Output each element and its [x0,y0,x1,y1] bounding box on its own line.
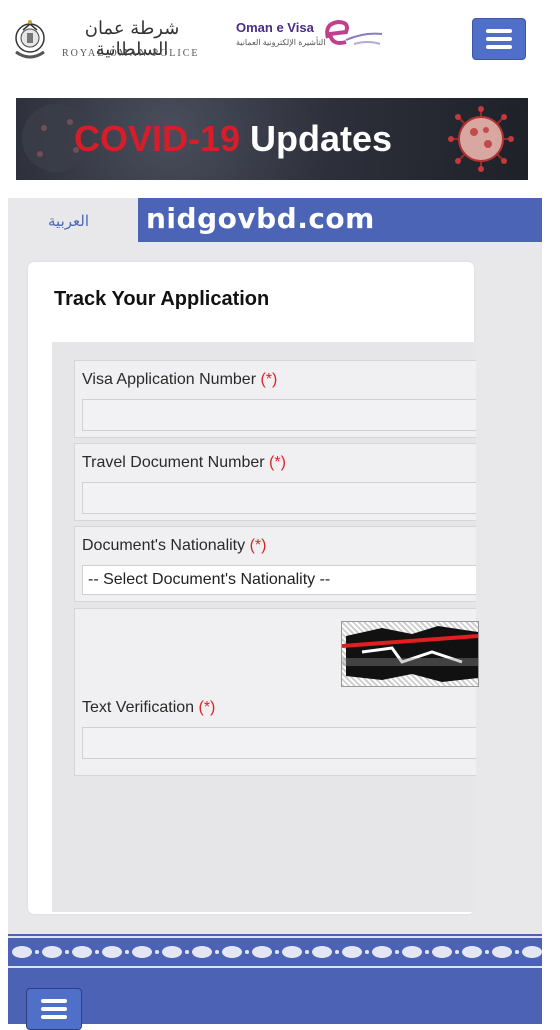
site-header: شرطة عمان السلطانية ROYAL OMAN POLICE Om… [0,0,560,90]
menu-icon [486,29,512,49]
royal-oman-police-logo[interactable]: شرطة عمان السلطانية ROYAL OMAN POLICE [8,16,198,68]
travel-document-number-label-text: Travel Document Number [82,454,270,471]
covid-banner-title: COVID-19 Updates [74,118,392,160]
required-mark: (*) [198,699,216,716]
text-verification-label: Text Verification (*) [82,699,215,717]
oman-evisa-logo[interactable]: Oman e Visa التأشيرة الإلكترونية العماني… [236,18,386,58]
ornament-dot [425,950,429,954]
captcha-image [341,621,479,687]
required-mark: (*) [269,454,286,471]
ornament-motif [222,946,242,958]
ornament-motif [42,946,62,958]
travel-document-number-group: Travel Document Number (*) [74,443,476,521]
ornament-pattern [8,936,542,968]
ornament-dot [305,950,309,954]
ornament-motif [72,946,92,958]
ornament-motif [282,946,302,958]
required-mark: (*) [260,371,278,388]
menu-button-top[interactable] [472,18,526,60]
ornament-motif [102,946,122,958]
visa-application-number-label-text: Visa Application Number [82,371,261,388]
ornament-motif [462,946,482,958]
footer [8,970,542,1024]
page-title: Track Your Application [54,288,270,310]
evisa-title: Oman e Visa [236,20,314,35]
visa-application-number-input[interactable] [82,399,476,431]
ornament-dot [335,950,339,954]
ornament-motif [522,946,542,958]
ornament-motif [162,946,182,958]
ornament-motif [12,946,32,958]
ornament-motif [342,946,362,958]
ornament-motif [192,946,212,958]
covid-updates-banner[interactable]: COVID-19 Updates [16,98,528,180]
covid-banner-white-text: Updates [240,118,393,159]
footer-pattern-strip [8,934,542,970]
ornament-dot [95,950,99,954]
travel-document-number-input[interactable] [82,482,476,514]
ornament-dot [35,950,39,954]
visa-application-number-label: Visa Application Number (*) [82,371,277,389]
captcha-graphic [342,626,478,682]
document-nationality-label-text: Document's Nationality [82,537,250,554]
arabic-language-link[interactable]: العربية [48,212,89,230]
document-nationality-select[interactable]: -- Select Document's Nationality -- [82,565,476,595]
menu-icon [41,999,67,1019]
ornament-dot [125,950,129,954]
ornament-dot [65,950,69,954]
ornament-motif [252,946,272,958]
watermark-text: nidgovbd.com [146,202,375,235]
ornament-motif [312,946,332,958]
required-mark: (*) [249,537,267,554]
ornament-dot [395,950,399,954]
watermark-banner: nidgovbd.com [138,198,542,242]
ornament-dot [365,950,369,954]
text-verification-group: Text Verification (*) [74,608,479,776]
travel-document-number-label: Travel Document Number (*) [82,454,286,472]
rop-emblem-icon [15,20,45,59]
ornament-motif [402,946,422,958]
ornament-motif [372,946,392,958]
ornament-dot [485,950,489,954]
ornament-dot [155,950,159,954]
text-verification-input[interactable] [82,727,476,759]
ornament-motif [492,946,512,958]
ornament-dot [185,950,189,954]
visa-application-number-group: Visa Application Number (*) [74,360,476,438]
ornament-motif [432,946,452,958]
document-nationality-label: Document's Nationality (*) [82,537,266,555]
ornament-motif [132,946,152,958]
evisa-logo-icon [325,19,383,45]
rop-english-name: ROYAL OMAN POLICE [62,48,200,59]
ornament-dot [515,950,519,954]
ornament-dot [275,950,279,954]
document-nationality-group: Document's Nationality (*) -- Select Doc… [74,526,476,602]
ornament-dot [455,950,459,954]
covid-banner-red-text: COVID-19 [74,118,241,159]
text-verification-label-text: Text Verification [82,699,199,716]
virus-icon [448,106,514,172]
ornament-dot [245,950,249,954]
ornament-dot [215,950,219,954]
evisa-subtitle: التأشيرة الإلكترونية العمانية [236,38,326,47]
